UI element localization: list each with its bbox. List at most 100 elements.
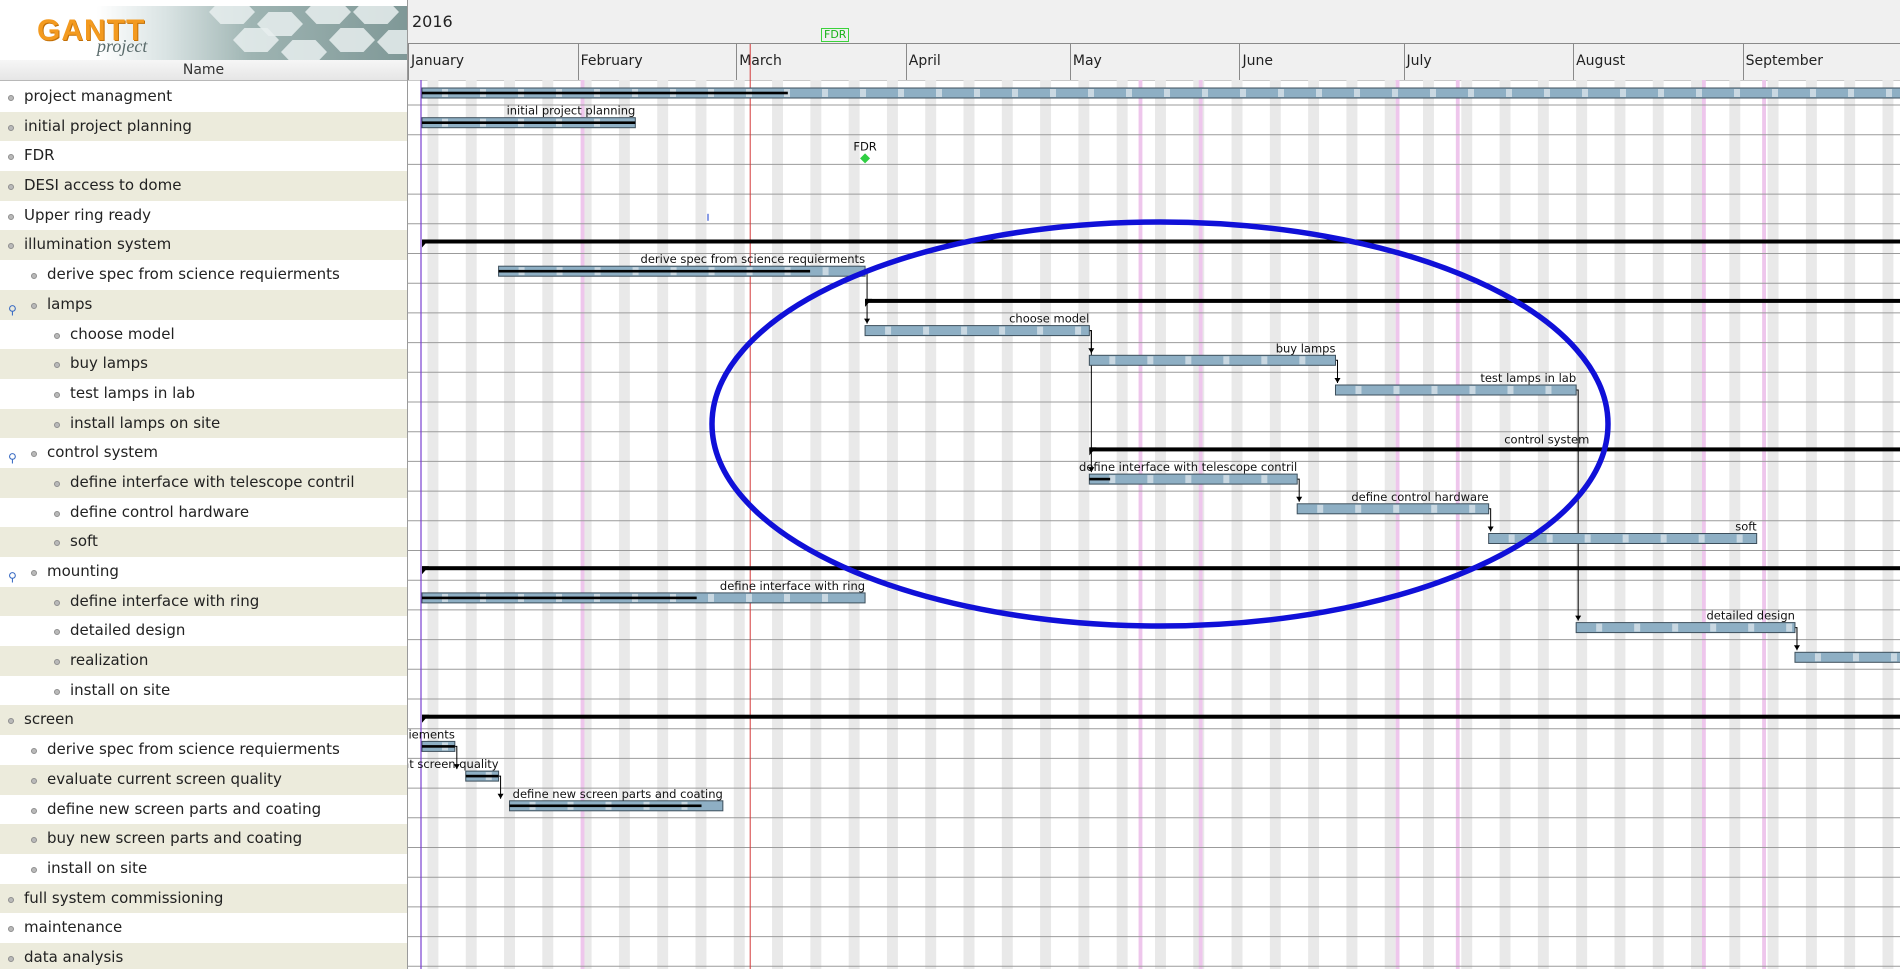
task-row[interactable]: define control hardware — [0, 498, 407, 528]
task-row[interactable]: install on site — [0, 854, 407, 884]
task-row[interactable]: define interface with telescope contril — [0, 467, 407, 498]
task-row[interactable]: ⚲ control system — [0, 438, 407, 468]
task-row[interactable]: ⚲ mounting — [0, 557, 407, 587]
task-row[interactable]: derive spec from science requierments — [0, 260, 407, 290]
task-row[interactable]: define new screen parts and coating — [0, 795, 407, 825]
task-row[interactable]: choose model — [0, 320, 407, 350]
task-row[interactable]: derive spec from science requierments — [0, 735, 407, 765]
weekend-band — [733, 80, 745, 969]
task-name[interactable]: derive spec from science requierments — [47, 260, 340, 290]
task-name[interactable]: lamps — [47, 290, 92, 320]
task-name[interactable]: project managment — [24, 82, 172, 112]
task-bar[interactable] — [1794, 651, 1900, 663]
task-name[interactable]: full system commissioning — [24, 884, 223, 914]
holiday-band — [1198, 80, 1203, 969]
task-name[interactable]: buy lamps — [70, 349, 148, 379]
task-bullet-icon — [8, 718, 14, 725]
task-name[interactable]: detailed design — [70, 616, 185, 646]
task-name[interactable]: DESI access to dome — [24, 171, 181, 201]
task-name[interactable]: derive spec from science requierments — [47, 735, 340, 765]
task-bullet-icon — [54, 629, 60, 636]
task-bar-label: derive spec from science requierments — [641, 252, 866, 266]
task-row[interactable]: initial project planning — [0, 111, 407, 142]
task-name[interactable]: realization — [70, 646, 148, 676]
progress-indicator — [422, 91, 788, 95]
task-row[interactable]: detailed design — [0, 616, 407, 646]
task-row[interactable]: test lamps in lab — [0, 379, 407, 409]
name-column-header[interactable]: Name — [0, 60, 407, 81]
task-row[interactable]: screen — [0, 705, 407, 736]
task-row[interactable]: project managment — [0, 82, 407, 112]
holiday-band — [1395, 80, 1400, 969]
task-name[interactable]: screen — [24, 705, 74, 735]
task-row[interactable]: buy lamps — [0, 349, 407, 379]
task-row[interactable]: install lamps on site — [0, 408, 407, 439]
task-row[interactable]: data analysis — [0, 942, 407, 969]
task-row[interactable]: full system commissioning — [0, 883, 407, 914]
task-name[interactable]: define new screen parts and coating — [47, 795, 321, 825]
task-row[interactable]: illumination system — [0, 230, 407, 261]
task-name[interactable]: install on site — [47, 854, 147, 884]
task-name[interactable]: illumination system — [24, 230, 171, 260]
weekend-band — [657, 80, 669, 969]
task-bar[interactable] — [509, 800, 724, 812]
task-name[interactable]: FDR — [24, 141, 55, 171]
task-row[interactable]: buy new screen parts and coating — [0, 824, 407, 854]
task-bar[interactable] — [1575, 622, 1796, 634]
task-name[interactable]: control system — [47, 438, 158, 468]
task-name[interactable]: soft — [70, 527, 98, 557]
task-name[interactable]: define interface with telescope contril — [70, 468, 355, 498]
weekend-band — [1844, 80, 1856, 969]
task-name[interactable]: Upper ring ready — [24, 201, 151, 231]
gantt-chart[interactable]: 2016 FDR January February March April May Jun… — [408, 0, 1900, 969]
weekend-band — [848, 80, 860, 969]
task-bar[interactable] — [421, 117, 636, 129]
task-name[interactable]: choose model — [70, 320, 175, 350]
task-row[interactable]: install on site — [0, 676, 407, 706]
task-row[interactable]: ⚲ lamps — [0, 289, 407, 320]
task-bar[interactable] — [1088, 473, 1298, 485]
task-name[interactable]: define interface with ring — [70, 587, 259, 617]
task-name[interactable]: maintenance — [24, 913, 122, 943]
summary-bar[interactable] — [865, 298, 1900, 307]
task-name[interactable]: data analysis — [24, 943, 123, 969]
task-bullet-icon — [31, 302, 37, 309]
weekend-band — [427, 80, 439, 969]
task-bar[interactable] — [421, 87, 1900, 99]
weekend-band — [1269, 80, 1281, 969]
task-row[interactable]: maintenance — [0, 913, 407, 943]
milestone-diamond-icon[interactable] — [860, 153, 871, 164]
task-row[interactable]: realization — [0, 646, 407, 676]
gantt-canvas[interactable]: control system initial project planning de… — [408, 0, 1900, 969]
weekend-band — [1882, 80, 1894, 969]
task-row[interactable]: Upper ring ready — [0, 201, 407, 231]
arrowhead-icon — [497, 793, 504, 799]
task-row[interactable]: define interface with ring — [0, 586, 407, 617]
task-name[interactable]: buy new screen parts and coating — [47, 824, 302, 854]
task-name[interactable]: define control hardware — [70, 498, 249, 528]
task-name[interactable]: install on site — [70, 676, 170, 706]
task-bar[interactable] — [465, 770, 500, 782]
task-row[interactable]: evaluate current screen quality — [0, 764, 407, 795]
task-bar[interactable] — [421, 592, 866, 604]
task-bar[interactable] — [1296, 503, 1490, 515]
task-name[interactable]: mounting — [47, 557, 119, 587]
task-bar[interactable] — [421, 740, 456, 752]
task-bar[interactable] — [1088, 354, 1336, 366]
task-bullet-icon — [8, 243, 14, 250]
task-bar[interactable] — [1334, 384, 1577, 396]
task-bar-label: nt screen quality — [408, 757, 499, 771]
task-bar[interactable] — [498, 265, 866, 277]
task-bullet-icon — [54, 599, 60, 606]
task-bar-label: initial project planning — [507, 104, 636, 118]
task-row[interactable]: soft — [0, 527, 407, 557]
task-row[interactable]: FDR — [0, 141, 407, 171]
task-name[interactable]: evaluate current screen quality — [47, 765, 282, 795]
task-name[interactable]: test lamps in lab — [70, 379, 195, 409]
task-name[interactable]: install lamps on site — [70, 409, 220, 439]
task-row[interactable]: DESI access to dome — [0, 171, 407, 201]
task-name[interactable]: initial project planning — [24, 112, 192, 142]
task-bar[interactable] — [864, 325, 1090, 337]
task-bar-label: detailed design — [1706, 609, 1795, 623]
arrowhead-icon — [1793, 645, 1800, 651]
